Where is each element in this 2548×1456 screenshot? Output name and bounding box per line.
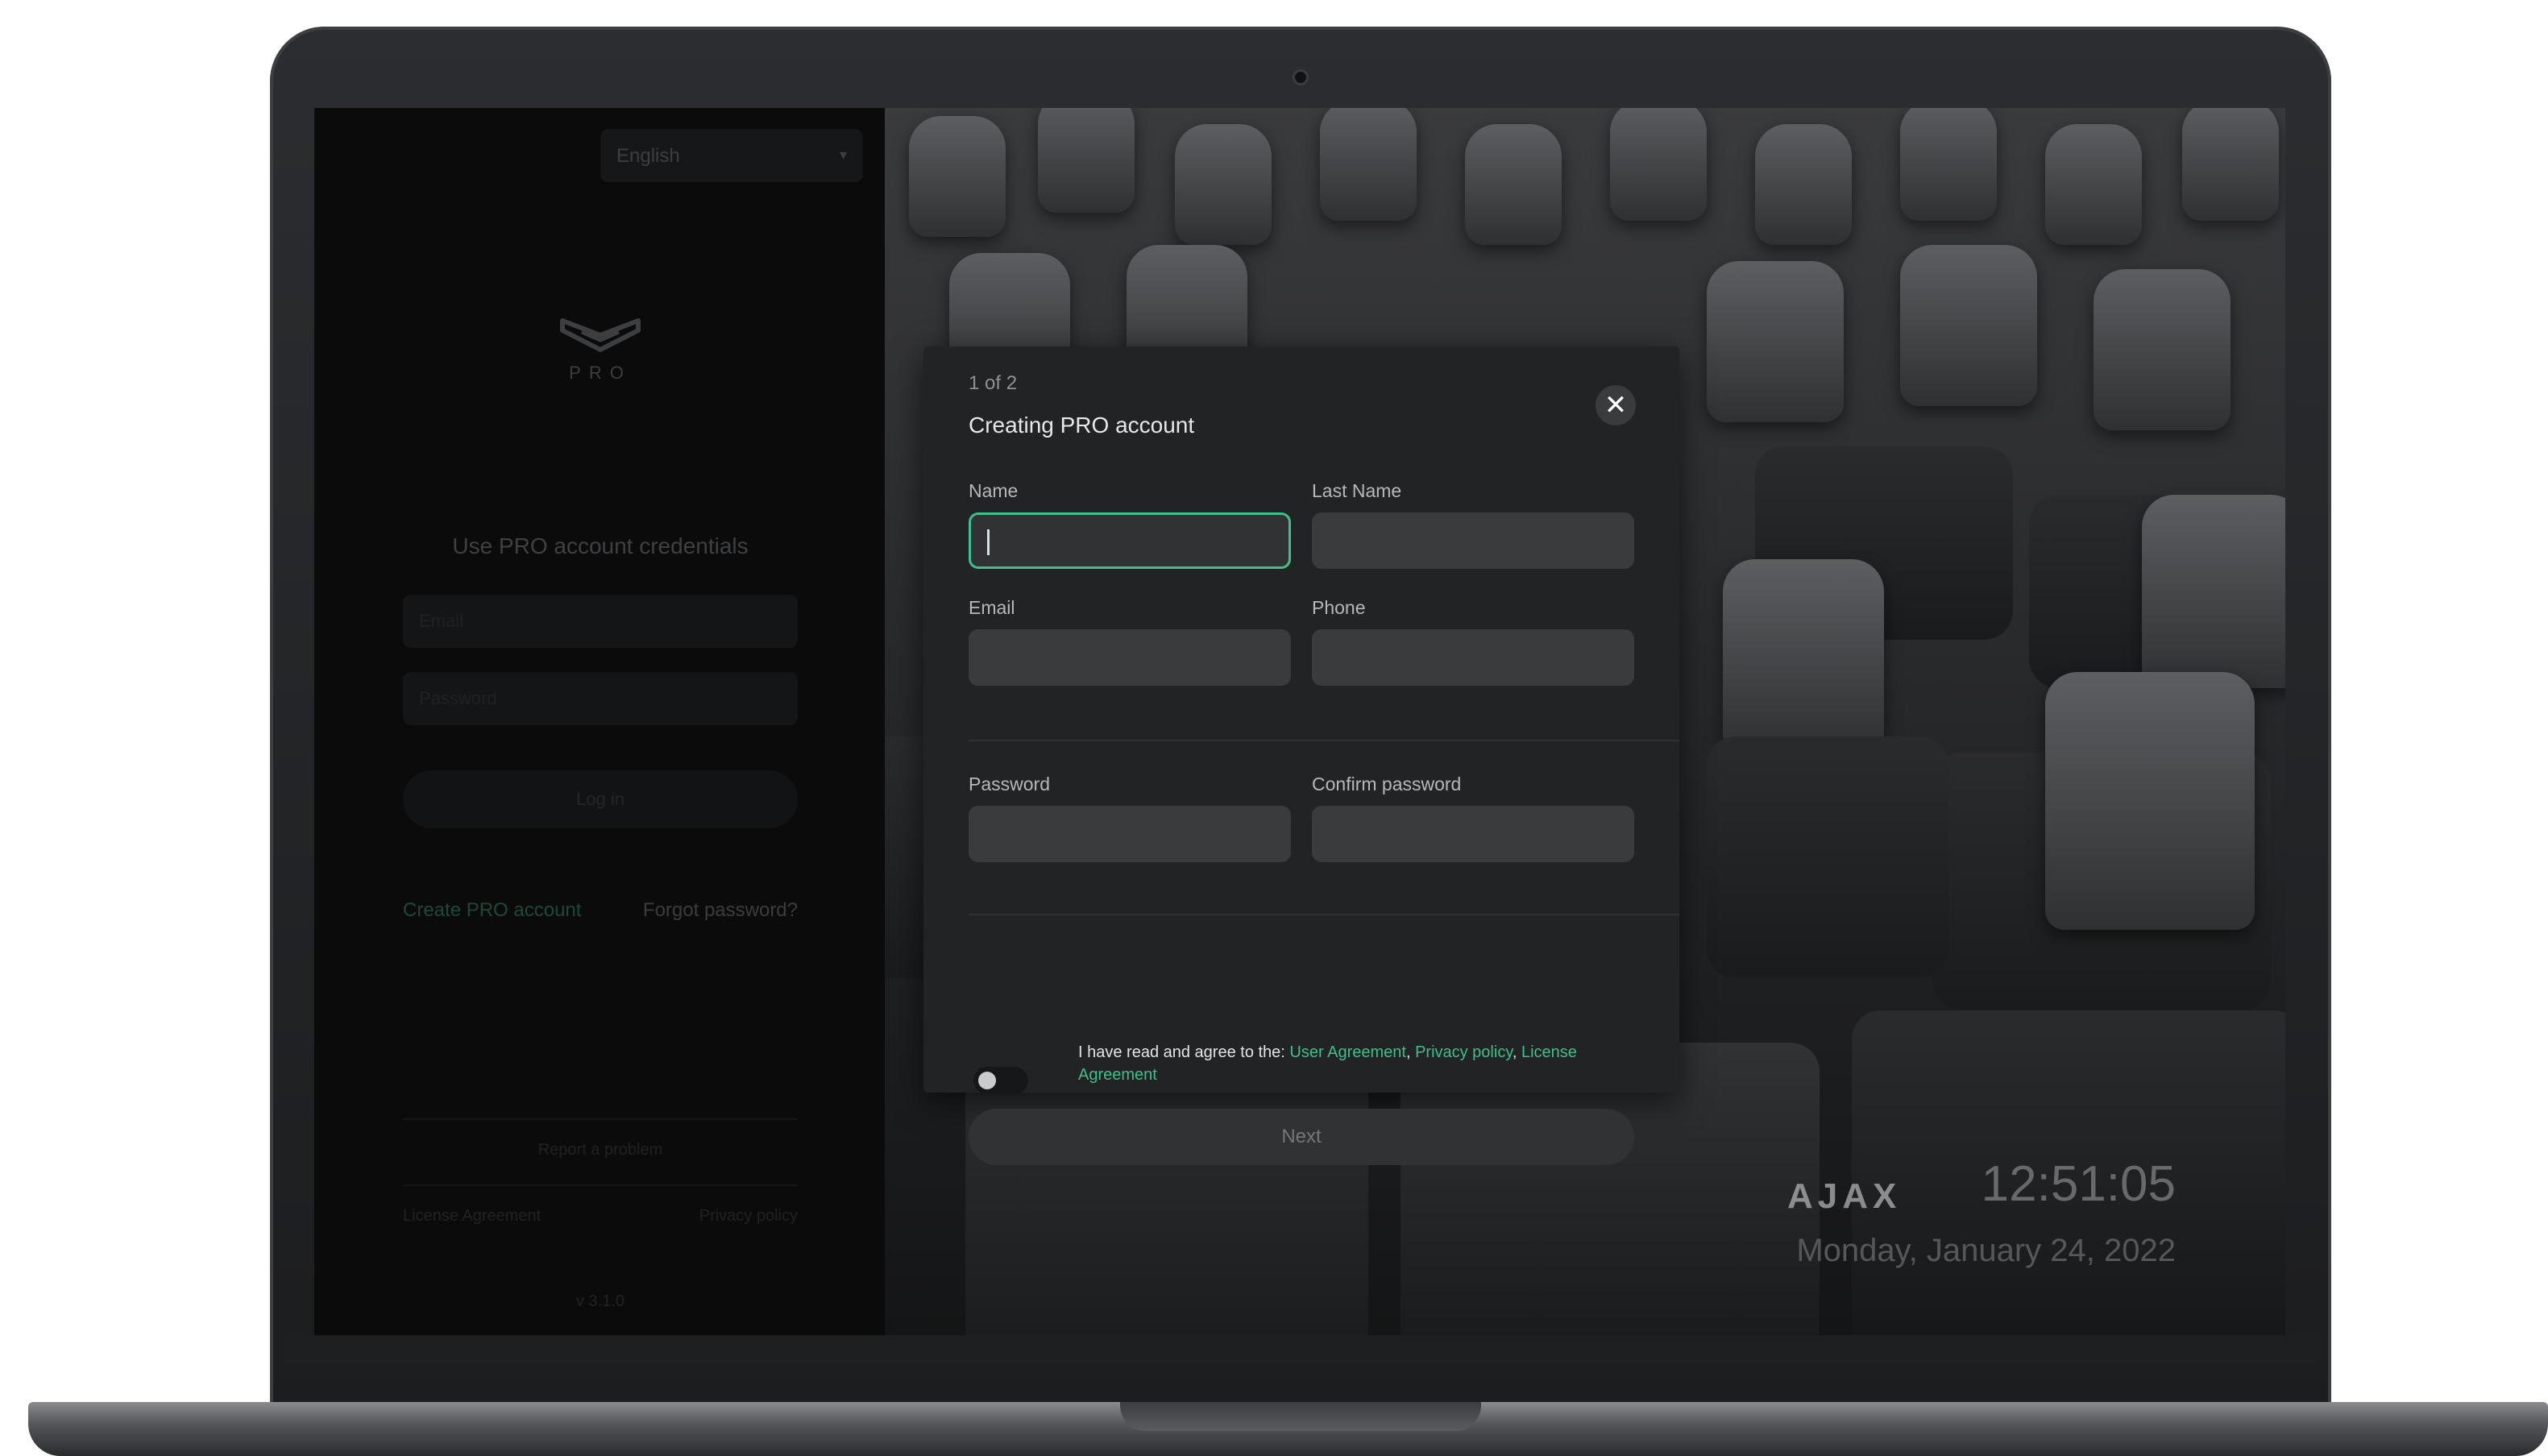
clock-date: Monday, January 24, 2022 bbox=[1796, 1233, 2176, 1268]
email-label: Email bbox=[969, 597, 1015, 618]
name-label: Name bbox=[969, 480, 1019, 501]
close-icon: ✕ bbox=[1604, 390, 1628, 421]
device-illustration bbox=[1610, 108, 1707, 221]
close-button[interactable]: ✕ bbox=[1596, 385, 1636, 425]
create-account-link[interactable]: Create PRO account bbox=[403, 899, 581, 922]
device-illustration bbox=[1038, 108, 1135, 213]
device-illustration bbox=[2142, 495, 2285, 688]
device-illustration bbox=[1900, 245, 2037, 406]
camera-icon bbox=[1293, 69, 1309, 85]
agree-separator: , bbox=[1512, 1043, 1521, 1061]
version-text: v 3.1.0 bbox=[575, 1292, 625, 1310]
last-name-field[interactable] bbox=[1312, 512, 1634, 569]
language-value: English bbox=[616, 145, 680, 167]
login-email-field[interactable]: Email bbox=[403, 595, 798, 648]
laptop-notch bbox=[1120, 1402, 1481, 1431]
agree-toggle[interactable] bbox=[973, 1067, 1028, 1094]
privacy-policy-link[interactable]: Privacy policy bbox=[699, 1207, 798, 1226]
agree-text: I have read and agree to the: User Agree… bbox=[1078, 1041, 1602, 1086]
agree-separator: , bbox=[1405, 1043, 1416, 1061]
language-select[interactable]: English ▾ bbox=[600, 129, 863, 182]
name-field[interactable] bbox=[969, 512, 1291, 569]
email-field[interactable] bbox=[969, 629, 1291, 686]
device-illustration bbox=[2094, 269, 2231, 430]
ajax-logo: AJAX bbox=[1787, 1176, 1902, 1216]
next-button[interactable]: Next bbox=[969, 1109, 1634, 1165]
device-illustration bbox=[1755, 124, 1852, 245]
login-password-placeholder: Password bbox=[419, 688, 497, 708]
divider bbox=[969, 740, 1679, 741]
hub-illustration bbox=[1707, 736, 1948, 978]
device-illustration bbox=[2182, 108, 2279, 221]
modal-title: Creating PRO account bbox=[969, 413, 1195, 438]
device-illustration bbox=[909, 116, 1006, 237]
login-panel: English ▾ PRO Use PRO account credential… bbox=[314, 108, 885, 1335]
device-illustration bbox=[2045, 672, 2255, 930]
phone-field[interactable] bbox=[1312, 629, 1634, 686]
text-caret bbox=[987, 529, 990, 555]
step-indicator: 1 of 2 bbox=[969, 372, 1018, 394]
divider bbox=[403, 1184, 798, 1186]
forgot-password-link[interactable]: Forgot password? bbox=[643, 899, 798, 922]
login-button[interactable]: Log in bbox=[403, 770, 798, 828]
user-agreement-link[interactable]: User Agreement bbox=[1289, 1043, 1406, 1061]
login-email-placeholder: Email bbox=[419, 611, 464, 631]
screen: English ▾ PRO Use PRO account credential… bbox=[314, 108, 2285, 1335]
report-problem-link[interactable]: Report a problem bbox=[403, 1141, 798, 1159]
clock-time: 12:51:05 bbox=[1981, 1156, 2176, 1212]
license-agreement-link[interactable]: License Agreement bbox=[403, 1207, 541, 1226]
confirm-password-field[interactable] bbox=[1312, 806, 1634, 862]
device-illustration bbox=[1465, 124, 1562, 245]
logo-text: PRO bbox=[569, 363, 632, 383]
ajax-pro-logo: PRO bbox=[556, 314, 645, 395]
device-illustration bbox=[1900, 108, 1997, 221]
divider bbox=[969, 914, 1679, 915]
agree-prefix: I have read and agree to the: bbox=[1078, 1043, 1290, 1061]
divider bbox=[403, 1118, 798, 1120]
toggle-knob bbox=[978, 1072, 996, 1089]
laptop-bezel bbox=[282, 1335, 2319, 1364]
confirm-password-label: Confirm password bbox=[1312, 774, 1462, 794]
login-title: Use PRO account credentials bbox=[452, 533, 749, 558]
device-illustration bbox=[1707, 261, 1844, 422]
device-illustration bbox=[1320, 108, 1417, 221]
create-account-modal: 1 of 2 Creating PRO account ✕ Name Last … bbox=[923, 346, 1679, 1165]
last-name-label: Last Name bbox=[1312, 480, 1402, 501]
shield-logo-icon bbox=[560, 318, 641, 352]
device-illustration bbox=[1175, 124, 1272, 245]
password-label: Password bbox=[969, 774, 1050, 794]
device-illustration bbox=[1723, 559, 1884, 753]
phone-label: Phone bbox=[1312, 597, 1366, 618]
password-field[interactable] bbox=[969, 806, 1291, 862]
chevron-down-icon: ▾ bbox=[839, 147, 847, 163]
device-illustration bbox=[2045, 124, 2142, 245]
login-password-field[interactable]: Password bbox=[403, 672, 798, 725]
privacy-policy-link[interactable]: Privacy policy bbox=[1415, 1043, 1513, 1061]
